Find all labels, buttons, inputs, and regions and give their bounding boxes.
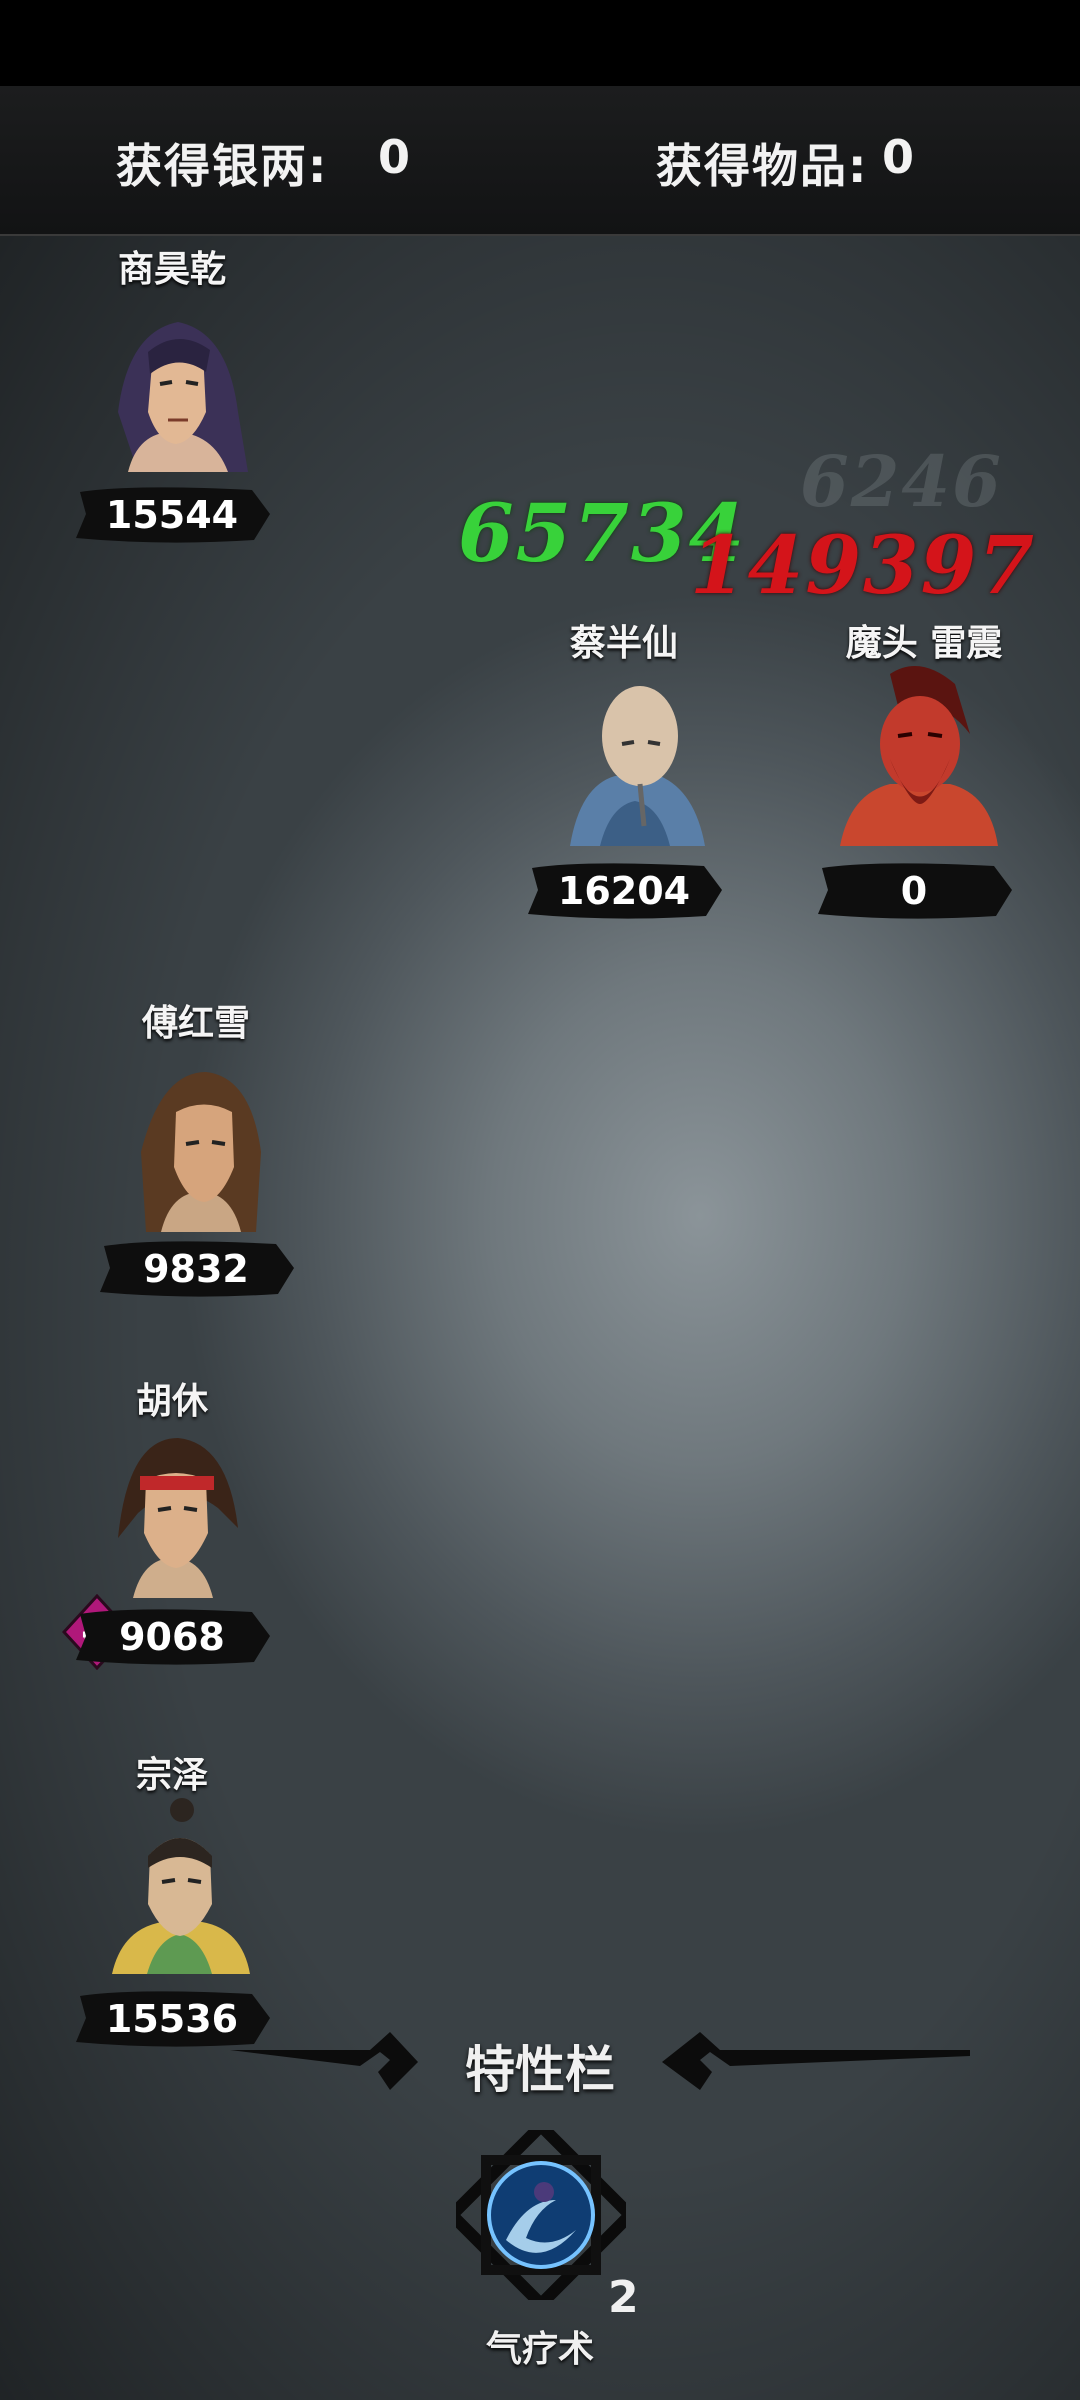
damage-number: 149397 [690,518,1036,612]
trait-divider-left [230,2032,418,2090]
items-label: 获得物品: [656,139,869,193]
unit-name: 胡休 [135,1381,208,1422]
trait-divider-right [662,2032,970,2090]
bald-monk-portrait [570,686,705,846]
red-demon-portrait [840,666,998,846]
faded-number: 6246 [800,440,1003,523]
unit-name: 蔡半仙 [569,623,678,664]
unit-name: 宗泽 [135,1755,208,1796]
hp-value: 9832 [143,1247,249,1291]
unit-name: 傅红雪 [141,1003,250,1044]
brown-haired-swordsman-portrait [141,1072,261,1232]
loot-header: 获得银两: 0 获得物品: 0 [0,86,1080,236]
trait-bar-title: 特性栏 [465,2041,615,2099]
hp-value: 9068 [119,1615,225,1659]
items-value: 0 [882,130,917,184]
hp-value: 15544 [105,493,239,537]
skill-name: 气疗术 [485,2329,594,2370]
silver-label: 获得银两: [116,139,329,193]
headband-fighter-portrait [118,1438,238,1598]
qi-healing-orb-icon[interactable] [456,2130,626,2300]
hp-value: 16204 [557,869,691,913]
status-bar [0,0,1080,86]
skill-count: 2 [608,2272,639,2323]
long-haired-warrior-portrait [118,322,248,472]
topknot-scholar-portrait [112,1798,250,1974]
hp-value: 0 [900,869,928,913]
silver-value: 0 [378,130,413,184]
unit-name: 商昊乾 [117,249,226,290]
